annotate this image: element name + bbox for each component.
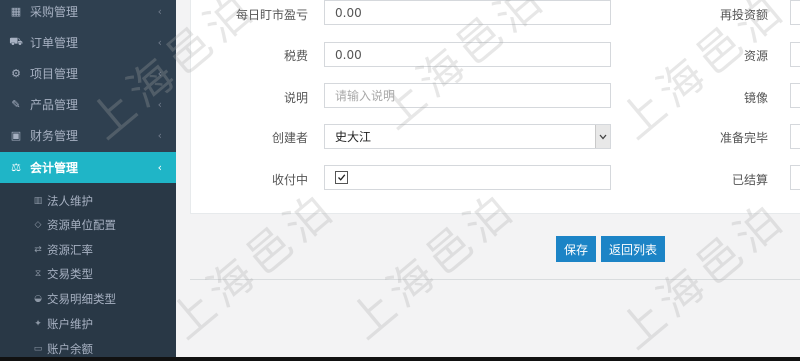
creator-select[interactable]: 史大江 [324,124,611,149]
cubes-icon: ⚙ [11,67,21,80]
exchange-icon: ⇄ [34,245,42,255]
main-content: 每日盯市盈亏 税费 说明 创建者 收付中 0.00 0.00 请输入说明 史大江… [176,0,800,361]
form-actions-bar: 保存 返回列表 [190,213,800,280]
submenu-item-label: 法人维护 [47,194,93,208]
receiving-label: 收付中 [271,173,308,187]
car-icon: ◒ [34,294,42,304]
chevron-left-icon: ‹ [157,129,162,142]
cart-icon: ⛟ [9,35,23,48]
submenu-item-label: 交易类型 [47,267,93,281]
resource-label: 资源 [743,49,768,63]
menu-item-label: 产品管理 [30,98,79,112]
menu-item-label: 采购管理 [30,5,79,19]
daily-mtm-label: 每日盯市盈亏 [235,8,308,22]
bank-icon: ▥ [33,196,43,206]
submenu-item-resource-unit[interactable]: ◇ 资源单位配置 [0,213,176,237]
menu-item-finance[interactable]: ▣ 财务管理 ‹ [0,120,176,151]
chevron-left-icon: ‹ [157,36,162,49]
menu-item-purchase[interactable]: ▦ 采购管理 ‹ [0,0,176,27]
edit-icon: ✎ [11,98,21,111]
save-button[interactable]: 保存 [556,236,596,262]
grid-icon: ▦ [10,5,22,18]
submenu-item-exchange-rate[interactable]: ⇄ 资源汇率 [0,238,176,262]
receiving-checkbox[interactable] [335,171,348,184]
chevron-left-icon: ‹ [157,67,162,80]
bottom-border [0,357,800,361]
receiving-checkbox-field [324,165,611,190]
menu-item-label: 财务管理 [30,129,79,143]
submenu-item-label: 账户余额 [47,342,93,356]
gavel-icon: ✦ [34,319,42,329]
mirror-label: 镜像 [743,91,768,105]
daily-mtm-input[interactable]: 0.00 [324,0,611,25]
mirror-input[interactable] [790,83,800,108]
settled-checkbox-field[interactable] [790,165,800,190]
ready-checkbox-field[interactable] [790,124,800,149]
description-input[interactable]: 请输入说明 [324,83,611,108]
tax-value: 0.00 [335,47,362,62]
menu-item-label: 会计管理 [30,161,79,175]
chevron-left-icon: ‹ [157,98,162,111]
menu-item-orders[interactable]: ⛟ 订单管理 ‹ [0,27,176,58]
diamond-icon: ◇ [34,220,42,230]
ready-label: 准备完毕 [719,131,768,145]
reinvest-input[interactable] [790,0,800,25]
daily-mtm-value: 0.00 [335,5,362,20]
accounting-submenu: ▥ 法人维护 ◇ 资源单位配置 ⇄ 资源汇率 ⧖ 交易类型 ◒ 交易明细类型 ✦… [0,183,176,361]
chevron-down-icon[interactable] [595,125,610,148]
submenu-item-label: 账户维护 [47,317,93,331]
settled-label: 已结算 [731,173,768,187]
menu-item-label: 订单管理 [30,36,79,50]
menu-item-label: 项目管理 [30,67,79,81]
submenu-item-label: 交易明细类型 [47,292,116,306]
submenu-item-label: 资源汇率 [47,243,93,257]
submenu-item-transaction-detail-type[interactable]: ◒ 交易明细类型 [0,287,176,311]
creator-value: 史大江 [335,130,372,144]
credit-card-icon: ▭ [33,344,43,354]
submenu-item-account-maintenance[interactable]: ✦ 账户维护 [0,312,176,336]
submenu-item-legal-entity[interactable]: ▥ 法人维护 [0,189,176,213]
description-placeholder: 请输入说明 [335,89,396,103]
creator-label: 创建者 [271,131,308,145]
menu-item-projects[interactable]: ⚙ 项目管理 ‹ [0,58,176,89]
tax-input[interactable]: 0.00 [324,42,611,67]
reinvest-label: 再投资额 [719,8,768,22]
menu-item-accounting[interactable]: ⚖ 会计管理 ‹ [0,152,176,183]
chevron-left-icon: ‹ [157,161,162,174]
hourglass-icon: ⧖ [34,269,42,279]
resource-input[interactable] [790,42,800,67]
menu-item-products[interactable]: ✎ 产品管理 ‹ [0,89,176,120]
description-label: 说明 [283,91,308,105]
balance-scale-icon: ⚖ [11,161,21,174]
back-to-list-button[interactable]: 返回列表 [601,236,665,262]
submenu-item-label: 资源单位配置 [47,218,116,232]
money-icon: ▣ [10,129,22,142]
sidebar: ▦ 采购管理 ‹ ⛟ 订单管理 ‹ ⚙ 项目管理 ‹ ✎ 产品管理 ‹ ▣ 财务… [0,0,176,361]
submenu-item-transaction-type[interactable]: ⧖ 交易类型 [0,262,176,286]
chevron-left-icon: ‹ [157,5,162,18]
tax-label: 税费 [283,49,308,63]
